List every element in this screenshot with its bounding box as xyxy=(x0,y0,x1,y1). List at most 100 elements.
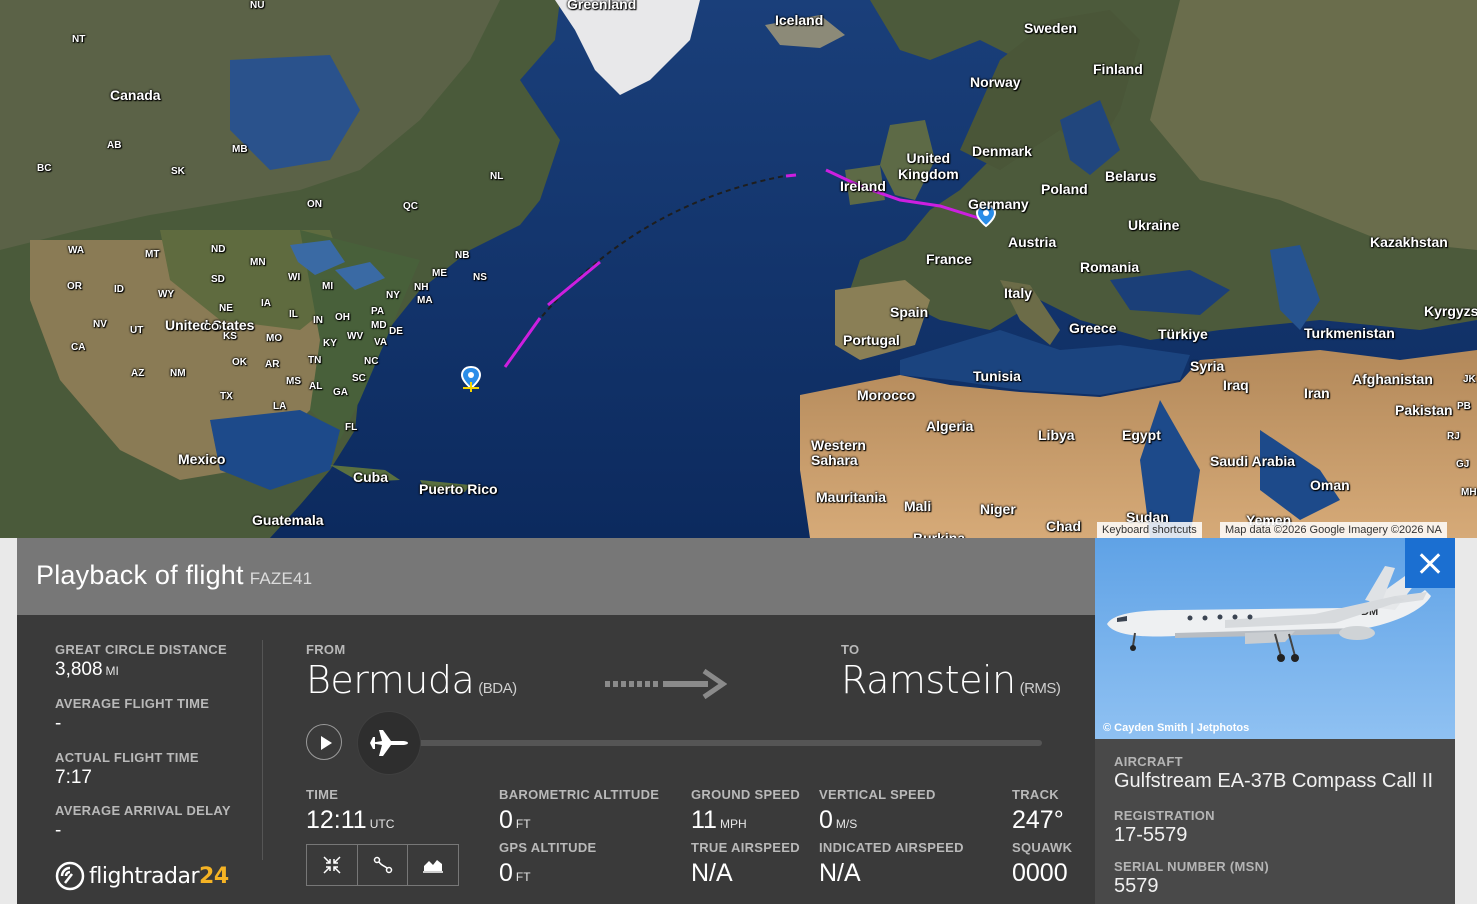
playback-toolbar xyxy=(306,844,459,886)
map-label: Greenland xyxy=(567,0,637,12)
map-label: IA xyxy=(261,298,271,309)
actual-flight-time-label: ACTUAL FLIGHT TIME xyxy=(55,750,199,765)
avg-arrival-delay-value: - xyxy=(55,820,62,841)
map-label: DE xyxy=(389,326,403,337)
map-label: France xyxy=(926,251,972,267)
play-button[interactable] xyxy=(306,724,342,760)
map-label: KS xyxy=(223,331,237,342)
serial-number-label: SERIAL NUMBER (MSN) xyxy=(1114,859,1269,874)
map-label: NU xyxy=(250,0,265,11)
map-label: Austria xyxy=(1008,234,1057,250)
gps-altitude-label: GPS ALTITUDE xyxy=(499,840,597,855)
aircraft-info: AIRCRAFT Gulfstream EA-37B Compass Call … xyxy=(1095,739,1455,904)
map-label: Niger xyxy=(980,501,1016,517)
map-label: MT xyxy=(145,249,160,260)
map-label: Kyrgyzs xyxy=(1424,303,1477,319)
map-label: Syria xyxy=(1190,358,1225,374)
map-label: MB xyxy=(232,144,248,155)
map-label: UT xyxy=(130,325,144,336)
map-label: CA xyxy=(71,342,86,353)
map-label: Burkina xyxy=(913,530,966,538)
playback-timeline[interactable] xyxy=(397,740,1042,746)
map-label: Mauritania xyxy=(816,489,887,505)
map-label: IN xyxy=(313,315,323,326)
from-label: FROM xyxy=(306,642,346,657)
map-label: Norway xyxy=(970,74,1021,90)
map-label: Romania xyxy=(1080,259,1140,275)
destination-airport[interactable]: Ramstein (RMS) xyxy=(841,658,1061,702)
map-label: Kazakhstan xyxy=(1370,234,1448,250)
map-label: MI xyxy=(322,281,334,292)
baro-altitude-label: BAROMETRIC ALTITUDE xyxy=(499,787,660,802)
map-label: AR xyxy=(265,359,280,370)
origin-airport[interactable]: Bermuda (BDA) xyxy=(306,658,517,702)
map-label: CO xyxy=(204,322,219,333)
to-label: TO xyxy=(841,642,860,657)
airplane-icon xyxy=(370,730,408,756)
compress-icon xyxy=(323,856,341,874)
map-label: Ireland xyxy=(840,178,886,194)
map-label: Iran xyxy=(1304,385,1330,401)
flown-route-segment xyxy=(785,173,797,178)
altitude-chart-button[interactable] xyxy=(408,845,458,885)
map-label: Afghanistan xyxy=(1352,371,1433,387)
route-arrow-icon xyxy=(605,668,727,700)
map-label: WI xyxy=(288,272,301,283)
gps-altitude-value: 0 FT xyxy=(499,859,531,887)
route-icon xyxy=(373,856,392,874)
flightradar24-logo: flightradar24 xyxy=(55,860,229,892)
map-label: Portugal xyxy=(843,332,900,348)
map-label: PA xyxy=(371,306,385,317)
aircraft-photo[interactable]: DM © Cayden Smith | Jetphotos xyxy=(1095,538,1455,739)
origin-city: Bermuda xyxy=(306,658,475,702)
map-label: NM xyxy=(170,368,186,379)
serial-number-value: 5579 xyxy=(1114,875,1159,897)
keyboard-shortcuts-link[interactable]: Keyboard shortcuts xyxy=(1097,522,1202,538)
destination-code: (RMS) xyxy=(1019,680,1061,697)
actual-flight-time-value: 7:17 xyxy=(55,767,92,788)
map-label: AZ xyxy=(131,368,145,379)
map-label: PB xyxy=(1457,401,1471,412)
flight-map[interactable]: NU NT Canada AB MB BC SK ON QC NL Greenl… xyxy=(0,0,1477,538)
map-label: Egypt xyxy=(1122,427,1161,443)
indicated-airspeed-label: INDICATED AIRSPEED xyxy=(819,840,964,855)
map-label: NT xyxy=(72,34,86,45)
map-label: Western Sahara xyxy=(811,437,866,468)
map-label: ME xyxy=(432,268,447,279)
route-view-button[interactable] xyxy=(358,845,409,885)
map-label: MO xyxy=(266,333,283,344)
panel-title: Playback of flight FAZE41 xyxy=(36,560,312,591)
vertical-speed-value: 0 M/S xyxy=(819,806,858,834)
map-label: VA xyxy=(374,337,388,348)
map-label: NY xyxy=(386,290,400,301)
map-label: Algeria xyxy=(926,418,974,434)
map-data-attribution[interactable]: Map data ©2026 Google Imagery ©2026 NA xyxy=(1220,522,1447,538)
map-label: Guatemala xyxy=(252,512,324,528)
map-label: TX xyxy=(220,391,233,402)
panel-title-text: Playback of flight xyxy=(36,560,244,590)
playback-panel: Playback of flight FAZE41 GREAT CIRCLE DI… xyxy=(17,538,1455,904)
map-label: WV xyxy=(347,331,364,342)
playback-position-handle[interactable] xyxy=(358,712,420,774)
close-button[interactable] xyxy=(1405,538,1455,588)
compress-view-button[interactable] xyxy=(307,845,358,885)
map-label: Denmark xyxy=(972,143,1032,159)
origin-airport-marker xyxy=(460,365,482,392)
map-label: Italy xyxy=(1004,285,1033,301)
map-label: NL xyxy=(490,171,504,182)
map-label: WY xyxy=(158,289,175,300)
true-airspeed-value: N/A xyxy=(691,859,733,887)
map-label: ID xyxy=(114,284,124,295)
map-label: NH xyxy=(414,282,429,293)
aircraft-type-value: Gulfstream EA-37B Compass Call II xyxy=(1114,770,1433,792)
aircraft-photo-image: DM xyxy=(1095,538,1455,739)
map-label: KY xyxy=(323,338,337,349)
logo-text: flightradar xyxy=(89,863,200,889)
map-label: Oman xyxy=(1310,477,1350,493)
logo-number: 24 xyxy=(199,863,229,889)
photo-credit[interactable]: © Cayden Smith | Jetphotos xyxy=(1103,722,1249,734)
map-label: OK xyxy=(232,357,247,368)
map-label: Chad xyxy=(1046,518,1081,534)
map-label: Saudi Arabia xyxy=(1210,453,1296,469)
baro-altitude-value: 0 FT xyxy=(499,806,531,834)
